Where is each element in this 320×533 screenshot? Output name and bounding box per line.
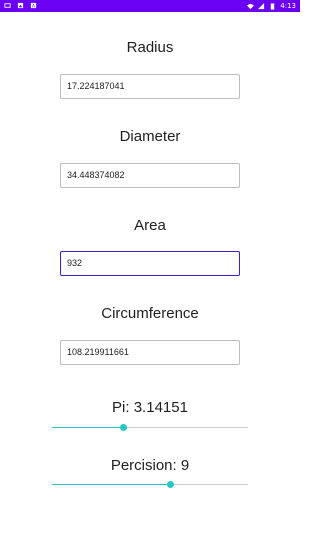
circumference-input[interactable]: 108.219911661 (60, 340, 240, 365)
radius-input[interactable]: 17.224187041 (60, 74, 240, 99)
precision-label: Percision: 9 (110, 457, 190, 474)
circumference-label: Circumference (101, 305, 199, 322)
android-icon: A (30, 2, 37, 9)
precision-slider-thumb[interactable] (167, 481, 174, 488)
precision-slider-fill (52, 484, 170, 485)
pi-label: Pi: 3.14151 (112, 399, 188, 416)
precision-slider[interactable] (52, 479, 248, 491)
battery-icon (271, 2, 275, 10)
area-label: Area (134, 217, 166, 234)
photo-icon (17, 2, 24, 9)
diameter-input[interactable]: 34.448374082 (60, 163, 240, 188)
radius-label: Radius (126, 39, 174, 56)
svg-text:A: A (32, 3, 35, 9)
pi-slider-fill (52, 427, 123, 428)
pi-slider[interactable] (52, 422, 248, 434)
diameter-label: Diameter (119, 128, 181, 145)
signal-icon (258, 2, 265, 9)
status-bar: A 4:13 (0, 0, 300, 12)
area-input[interactable]: 932 (60, 251, 240, 276)
wifi-icon (247, 3, 255, 9)
pi-slider-thumb[interactable] (120, 424, 127, 431)
notification-icon (4, 3, 11, 8)
status-time: 4:13 (280, 2, 296, 10)
